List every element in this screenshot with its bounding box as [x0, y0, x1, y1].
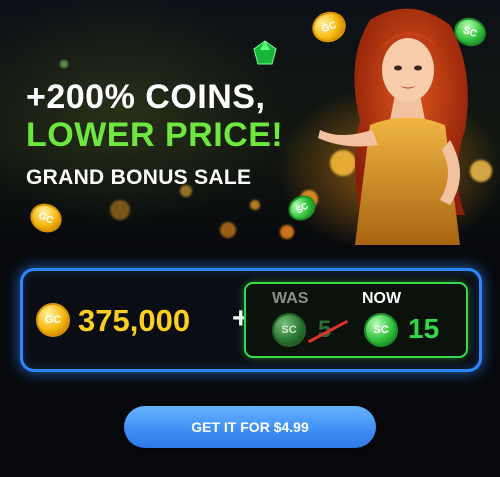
was-sweeps-coin-icon: SC [272, 313, 306, 347]
promo-banner: GC SC GC SC +200% COINS, LOWER PRICE! GR… [0, 0, 500, 245]
buy-button[interactable]: GET IT FOR $4.99 [124, 406, 376, 448]
bokeh-light [250, 200, 260, 210]
bokeh-light [280, 225, 294, 239]
promo-headline: +200% COINS, LOWER PRICE! GRAND BONUS SA… [26, 80, 283, 190]
bokeh-light [110, 200, 130, 220]
bokeh-light [220, 222, 236, 238]
hostess-illustration [318, 8, 468, 245]
headline-line-2: LOWER PRICE! [26, 116, 284, 154]
gold-coin-amount: 375,000 [78, 303, 191, 338]
bokeh-light [60, 60, 68, 68]
was-label: WAS [272, 290, 309, 307]
promo-subheadline: GRAND BONUS SALE [26, 166, 252, 189]
now-value: 15 [408, 313, 440, 344]
now-label: NOW [362, 290, 402, 307]
floating-gold-coin: GC [25, 198, 67, 238]
now-sweeps-coin-icon: SC [364, 313, 398, 347]
gold-coin-icon: GC [36, 303, 70, 337]
headline-line-1: +200% COINS, [26, 78, 266, 116]
emerald-gem-icon [253, 40, 277, 65]
